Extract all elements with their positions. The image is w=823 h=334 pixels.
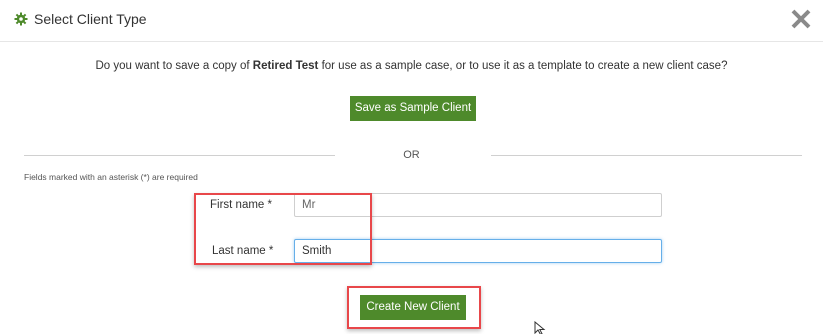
close-icon[interactable] xyxy=(788,6,814,32)
mouse-cursor-icon xyxy=(534,321,546,334)
dialog-title: Select Client Type xyxy=(34,11,147,27)
case-name: Retired Test xyxy=(252,60,319,72)
dialog-header: Select Client Type xyxy=(0,0,823,42)
last-name-label: Last name * xyxy=(212,245,274,257)
divider-right xyxy=(491,155,802,156)
save-as-sample-button[interactable]: Save as Sample Client xyxy=(350,96,476,121)
required-fields-note: Fields marked with an asterisk (*) are r… xyxy=(24,172,198,182)
create-new-client-button[interactable]: Create New Client xyxy=(360,295,466,320)
first-name-label: First name * xyxy=(210,199,272,211)
prompt-text-start: Do you want to save a copy of xyxy=(95,60,253,72)
first-name-input[interactable] xyxy=(294,193,662,217)
last-name-input[interactable] xyxy=(294,239,662,263)
select-client-type-dialog: Select Client Type Do you want to save a… xyxy=(0,0,823,334)
prompt-text-end: for use as a sample case, or to use it a… xyxy=(318,60,728,72)
dialog-prompt: Do you want to save a copy of Retired Te… xyxy=(0,60,823,72)
gear-icon xyxy=(14,12,28,26)
